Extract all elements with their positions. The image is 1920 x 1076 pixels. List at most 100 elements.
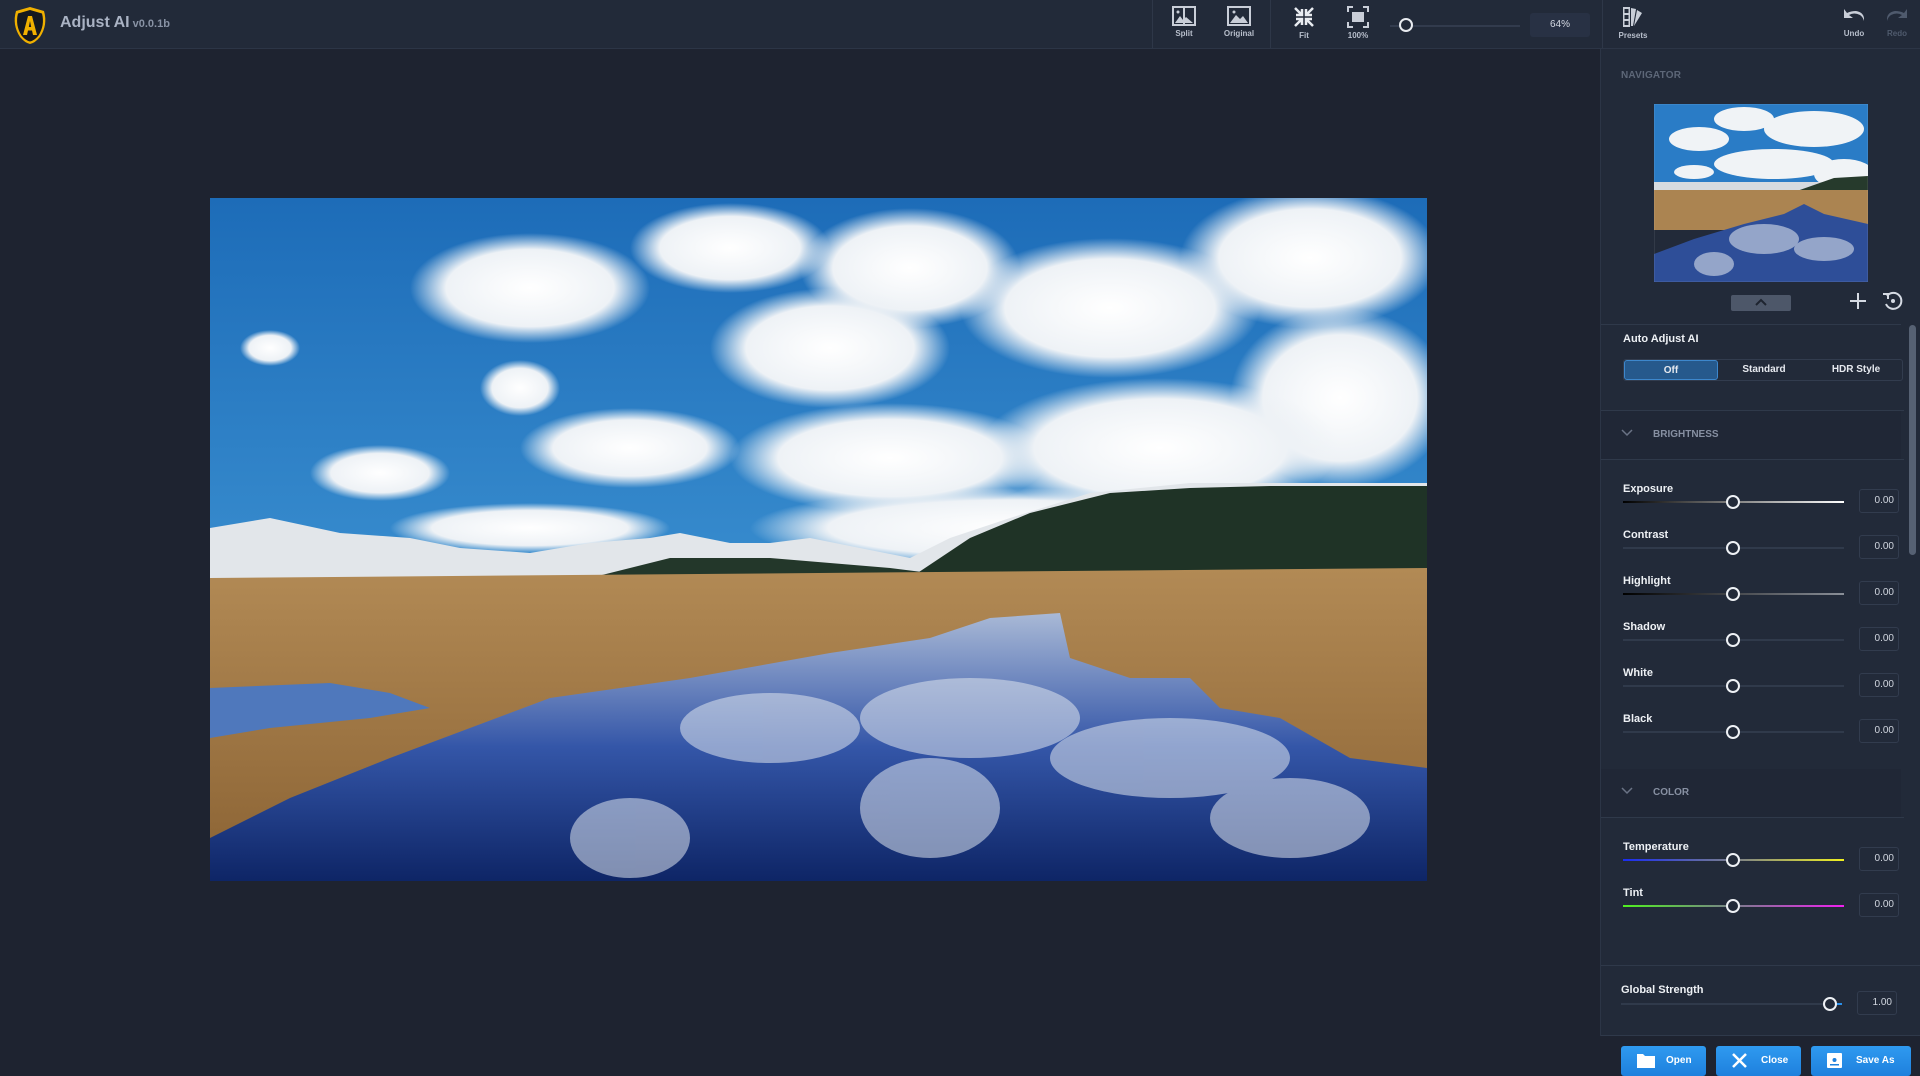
actual-size-button[interactable]: 100% [1333,6,1383,44]
temperature-slider-handle[interactable] [1726,853,1740,867]
black-label: Black [1623,713,1653,725]
presets-swatch-icon [1623,7,1642,27]
toolbar-divider [1152,0,1153,48]
contrast-label: Contrast [1623,529,1669,541]
adjustments-panel: NAVIGATOR Auto Adjust AI Off Standard HD… [1600,49,1920,1076]
navigator-preview-image [1654,104,1868,282]
global-strength-slider[interactable] [1621,1003,1842,1005]
shadow-label: Shadow [1623,621,1666,633]
zoom-slider-handle[interactable] [1398,18,1413,32]
auto-adjust-option-standard[interactable]: Standard [1718,360,1810,380]
redo-label: Redo [1887,29,1907,38]
redo-icon [1887,9,1907,21]
save-as-label: Save As [1856,1055,1895,1066]
chevron-down-icon [1621,429,1633,437]
actual-size-icon [1347,6,1369,28]
navigator-title: NAVIGATOR [1621,70,1682,81]
contrast-value[interactable]: 0.00 [1859,535,1899,559]
fit-to-screen-icon [1294,7,1314,27]
divider [1601,324,1901,325]
chevron-up-icon [1755,298,1767,306]
redo-button[interactable]: Redo [1872,6,1920,44]
split-view-icon [1172,6,1196,26]
close-label: Close [1761,1055,1789,1066]
zoom-in-plus-icon[interactable] [1847,290,1869,312]
white-control: White 0.00 [1623,667,1903,707]
highlight-label: Highlight [1623,575,1671,587]
brightness-title: BRIGHTNESS [1653,429,1719,440]
white-value[interactable]: 0.00 [1859,673,1899,697]
image-icon [1227,6,1251,26]
shadow-value[interactable]: 0.00 [1859,627,1899,651]
panel-scrollbar[interactable] [1909,325,1916,555]
edited-photo[interactable] [210,198,1427,881]
zoom-percent: 64% [1530,13,1590,37]
folder-icon [1637,1054,1655,1068]
navigator-thumbnail[interactable] [1654,104,1868,282]
save-as-button[interactable]: Save As [1811,1046,1911,1076]
shadow-slider-handle[interactable] [1726,633,1740,647]
landscape-photo [210,198,1427,881]
global-strength-handle[interactable] [1822,997,1837,1011]
highlight-value[interactable]: 0.00 [1859,581,1899,605]
black-value[interactable]: 0.00 [1859,719,1899,743]
tint-control: Tint 0.00 [1623,887,1903,927]
white-slider-handle[interactable] [1726,679,1740,693]
color-title: COLOR [1653,787,1690,798]
shadow-control: Shadow 0.00 [1623,621,1903,661]
divider [1601,459,1904,460]
divider [1601,817,1904,818]
top-toolbar: Adjust AI v0.0.1b Split Original Fit 100… [0,0,1920,49]
divider [1601,965,1920,966]
white-label: White [1623,667,1653,679]
auto-adjust-segmented-control: Off Standard HDR Style [1623,359,1903,381]
open-button[interactable]: Open [1621,1046,1706,1076]
split-button[interactable]: Split [1159,6,1209,44]
contrast-control: Contrast 0.00 [1623,529,1903,569]
exposure-label: Exposure [1623,483,1674,495]
auto-adjust-title: Auto Adjust AI [1623,333,1699,345]
close-x-icon [1732,1053,1747,1068]
original-button[interactable]: Original [1214,6,1264,44]
app-logo-icon [14,7,46,44]
highlight-slider-handle[interactable] [1726,587,1740,601]
exposure-value[interactable]: 0.00 [1859,489,1899,513]
toolbar-divider [1602,0,1603,48]
tint-value[interactable]: 0.00 [1859,893,1899,917]
temperature-label: Temperature [1623,841,1689,853]
reset-view-icon[interactable] [1881,289,1905,313]
global-strength-control: Global Strength 1.00 [1621,984,1901,1024]
brightness-section-header[interactable]: BRIGHTNESS [1601,411,1901,459]
exposure-slider-handle[interactable] [1726,495,1740,509]
split-label: Split [1175,29,1193,38]
auto-adjust-option-off[interactable]: Off [1624,360,1718,380]
presets-label: Presets [1618,31,1648,40]
save-disk-icon [1827,1053,1842,1068]
exposure-control: Exposure 0.00 [1623,483,1903,523]
temperature-value[interactable]: 0.00 [1859,847,1899,871]
original-label: Original [1223,29,1255,38]
tint-label: Tint [1623,887,1643,899]
fit-button[interactable]: Fit [1279,6,1329,44]
color-section-header[interactable]: COLOR [1601,769,1901,817]
toolbar-divider [1270,0,1271,48]
actual-size-label: 100% [1347,31,1369,40]
app-version: v0.0.1b [132,18,170,30]
global-strength-label: Global Strength [1621,984,1704,996]
global-strength-value[interactable]: 1.00 [1857,991,1897,1015]
app-title: Adjust AI v0.0.1b [60,14,170,31]
contrast-slider-handle[interactable] [1726,541,1740,555]
temperature-control: Temperature 0.00 [1623,841,1903,881]
fit-label: Fit [1299,31,1309,40]
navigator-collapse-button[interactable] [1731,295,1791,311]
open-label: Open [1666,1055,1692,1066]
close-button[interactable]: Close [1716,1046,1801,1076]
presets-button[interactable]: Presets [1608,6,1658,44]
tint-slider-handle[interactable] [1726,899,1740,913]
black-slider-handle[interactable] [1726,725,1740,739]
auto-adjust-option-hdr-style[interactable]: HDR Style [1810,360,1902,380]
black-control: Black 0.00 [1623,713,1903,753]
chevron-down-icon [1621,787,1633,795]
undo-icon [1844,9,1864,21]
highlight-control: Highlight 0.00 [1623,575,1903,615]
